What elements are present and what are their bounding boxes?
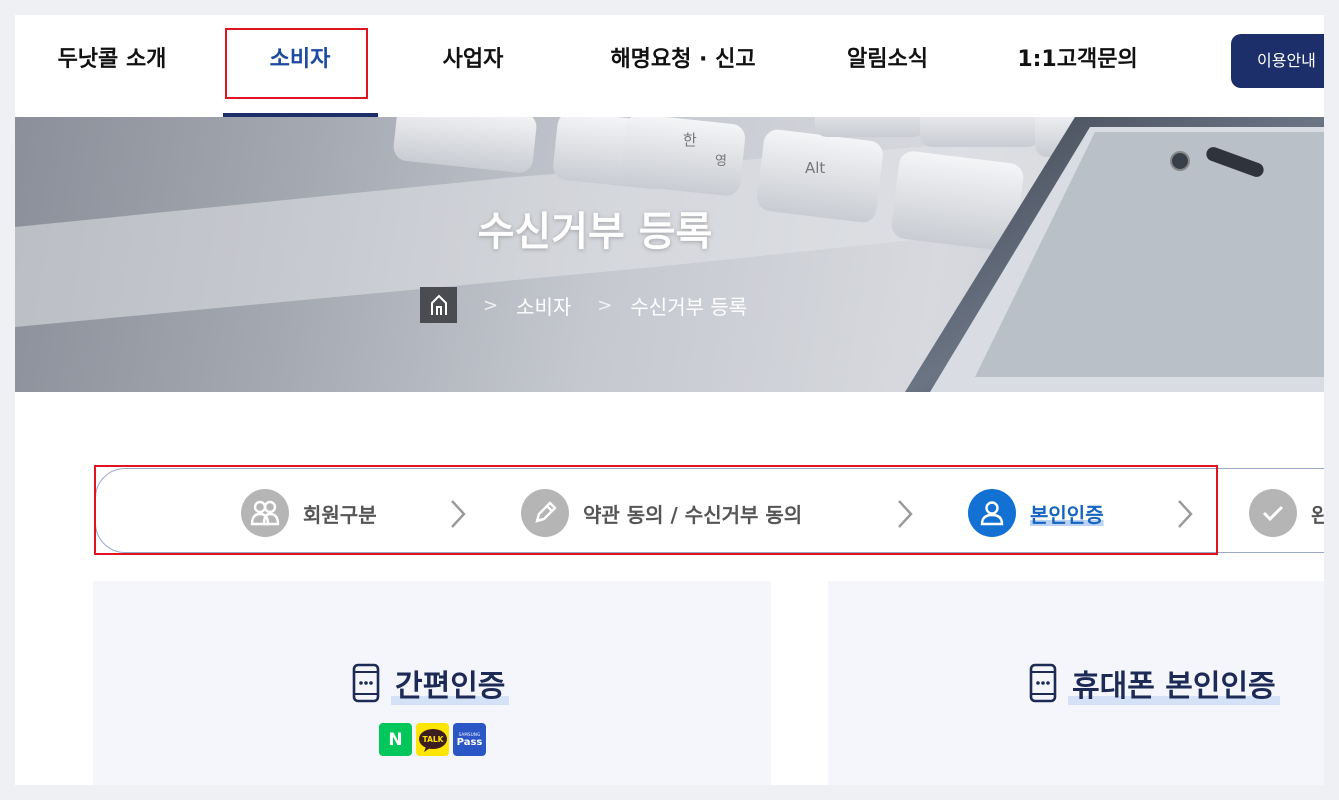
check-icon xyxy=(1249,489,1297,537)
key-label-alt: Alt xyxy=(805,159,825,177)
breadcrumb: > 소비자 > 수신거부 등록 xyxy=(420,287,747,323)
key-label-yeong: 영 xyxy=(715,154,727,169)
simple-auth-card[interactable]: 간편인증 N TALK SAMSUNG Pass xyxy=(93,581,771,785)
nav-item-business[interactable]: 사업자 xyxy=(428,43,518,77)
top-navigation: 두낫콜 소개 소비자 사업자 해명요청 · 신고 알림소식 1:1고객문의 이용… xyxy=(15,15,1324,117)
kakao-badge-text: TALK xyxy=(422,735,444,744)
key-label-han: 한 xyxy=(683,131,697,149)
nav-item-notice[interactable]: 알림소식 xyxy=(835,43,940,77)
guide-button[interactable]: 이용안내 xyxy=(1231,34,1324,88)
auth-provider-badges: N TALK SAMSUNG Pass xyxy=(379,723,486,756)
hero-banner: 한 영 Alt 수신거부 등록 > 소비자 > 수신거부 등록 xyxy=(15,117,1324,392)
step-label-complete: 완 xyxy=(1311,502,1324,527)
steps-highlight-box xyxy=(94,465,1218,555)
phone-auth-title-text: 휴대폰 본인인증 xyxy=(1068,661,1280,705)
phone-auth-card[interactable]: 휴대폰 본인인증 xyxy=(828,581,1324,785)
phone-icon xyxy=(1029,663,1057,703)
chevron-right-icon: > xyxy=(483,294,499,316)
breadcrumb-consumer[interactable]: 소비자 xyxy=(516,291,571,320)
chevron-right-icon: > xyxy=(597,294,613,316)
nav-highlight-box xyxy=(225,28,368,99)
breadcrumb-current: 수신거부 등록 xyxy=(630,294,748,319)
simple-auth-title: 간편인증 xyxy=(351,661,510,705)
step-complete: 완 xyxy=(1249,489,1324,537)
phone-auth-title: 휴대폰 본인인증 xyxy=(1028,661,1280,705)
page: 두낫콜 소개 소비자 사업자 해명요청 · 신고 알림소식 1:1고객문의 이용… xyxy=(15,15,1324,785)
pass-badge-icon[interactable]: SAMSUNG Pass xyxy=(453,723,486,756)
kakao-badge-icon[interactable]: TALK xyxy=(416,723,449,756)
nav-item-report[interactable]: 해명요청 · 신고 xyxy=(593,43,773,77)
nav-item-inquiry[interactable]: 1:1고객문의 xyxy=(1010,43,1145,77)
pass-badge-text: Pass xyxy=(456,736,483,748)
naver-badge-icon[interactable]: N xyxy=(379,723,412,756)
phone-icon xyxy=(352,663,380,703)
home-icon[interactable] xyxy=(420,287,457,323)
page-title: 수신거부 등록 xyxy=(477,209,713,255)
nav-item-intro[interactable]: 두낫콜 소개 xyxy=(50,43,174,77)
simple-auth-title-text: 간편인증 xyxy=(391,661,510,705)
